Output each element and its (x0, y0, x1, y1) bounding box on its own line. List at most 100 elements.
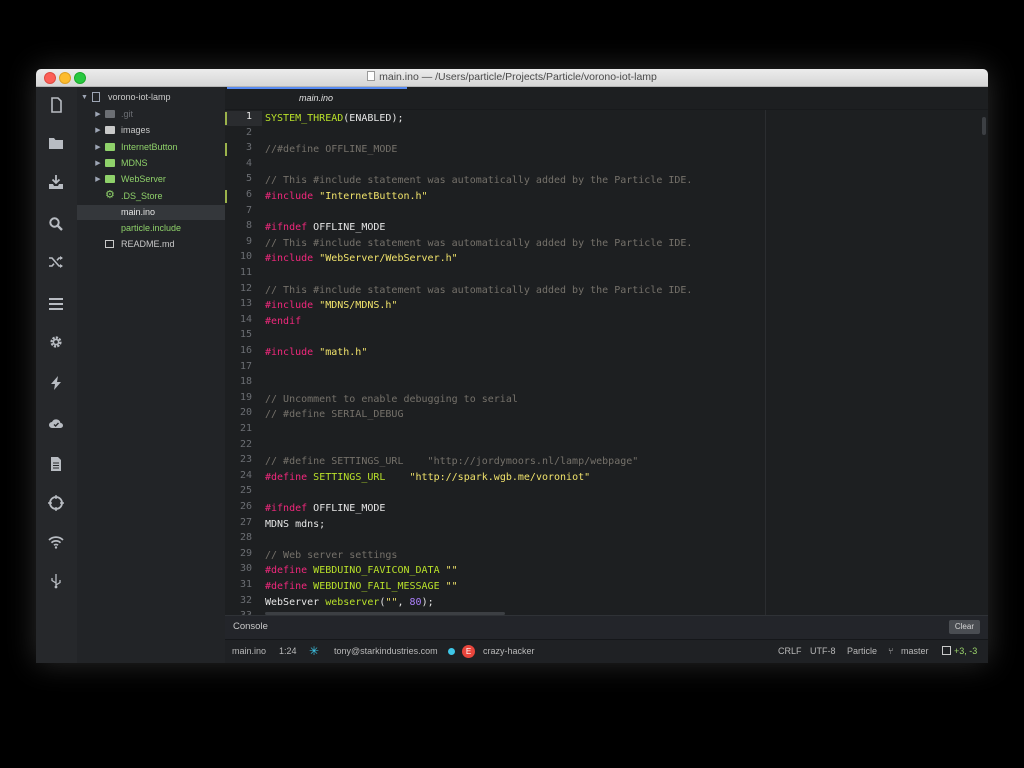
download-icon[interactable] (46, 172, 66, 192)
line-number: 6 (245, 189, 252, 200)
status-user[interactable]: tony@starkindustries.com (334, 646, 438, 656)
code-line[interactable]: WebServer webserver("", 80); (265, 595, 434, 610)
gear-icon: ⚙ (105, 188, 115, 201)
code-line[interactable]: //#define OFFLINE_MODE (265, 142, 397, 157)
status-dot-icon (448, 648, 455, 655)
tree-item-ds-store[interactable]: ⚙ .DS_Store (77, 189, 225, 204)
code-token: #define (265, 565, 314, 577)
console-panel: Console Clear (225, 615, 988, 639)
window-title-wrap: main.ino — /Users/particle/Projects/Part… (36, 69, 988, 86)
clear-console-button[interactable]: Clear (948, 620, 980, 634)
code-line[interactable]: #include "WebServer/WebServer.h" (265, 251, 458, 266)
code-token: #include (265, 191, 320, 202)
chevron-right-icon[interactable]: ▶ (95, 107, 101, 122)
particle-star-icon[interactable]: ✳ (309, 644, 319, 658)
tree-item-internetbutton[interactable]: ▶ InternetButton (77, 140, 225, 155)
code-line[interactable]: #endif (265, 314, 301, 329)
line-number: 29 (239, 547, 252, 559)
code-token: , (397, 596, 410, 608)
code-token: "MDNS/MDNS.h" (319, 300, 398, 312)
tab-main-ino[interactable]: main.ino (227, 87, 407, 109)
code-line[interactable]: // #define SERIAL_DEBUG (265, 407, 403, 422)
code-token: WEBDUINO_FAIL_MESSAGE (313, 581, 440, 592)
tree-item-webserver[interactable]: ▶ WebServer (77, 172, 225, 187)
code-line[interactable]: #include "MDNS/MDNS.h" (265, 298, 397, 313)
chevron-right-icon[interactable]: ▶ (95, 123, 101, 138)
code-token: ); (421, 596, 434, 608)
folder-icon (105, 126, 115, 135)
search-icon[interactable] (46, 214, 66, 234)
code-token: webserver (325, 596, 380, 608)
status-diff[interactable]: +3, -3 (954, 646, 977, 656)
file-icon[interactable] (46, 95, 66, 115)
folder-icon[interactable] (46, 133, 66, 153)
code-line[interactable]: // This #include statement was automatic… (265, 283, 692, 298)
status-cursor-position[interactable]: 1:24 (279, 646, 297, 656)
code-token: SYSTEM_THREAD (265, 113, 344, 124)
code-line[interactable]: MDNS mdns; (265, 517, 325, 532)
tree-root[interactable]: ▼ vorono-iot-lamp (77, 90, 225, 105)
code-token: // Uncomment to enable debugging to seri… (265, 393, 518, 405)
status-device[interactable]: crazy-hacker (483, 646, 535, 656)
code-editor: main.ino 1 2 3 4 5 6 7 8 9 10 11 12 13 14 15 16 17 18 19 20… (225, 87, 988, 621)
tree-item-particle-include[interactable]: particle.include (77, 221, 225, 236)
line-number: 28 (239, 532, 252, 544)
chevron-right-icon[interactable]: ▶ (95, 156, 101, 171)
code-token: "math.h" (319, 347, 368, 358)
tree-item-label: README.md (121, 239, 175, 250)
target-icon[interactable] (46, 493, 66, 513)
chevron-right-icon[interactable]: ▶ (95, 172, 101, 187)
line-number: 32 (239, 594, 252, 606)
status-line-ending[interactable]: CRLF (778, 646, 802, 656)
code-line[interactable]: #include "math.h" (265, 345, 367, 360)
line-number-gutter: 1 2 3 4 5 6 7 8 9 10 11 12 13 14 15 16 17 18 19 20 21 22 23 24 2… (225, 110, 262, 621)
gear-icon[interactable] (46, 332, 66, 352)
code-token: #include (265, 347, 320, 358)
code-token: // This #include statement was automatic… (265, 284, 693, 296)
tree-item-mdns[interactable]: ▶ MDNS (77, 156, 225, 171)
tree-item-readme-md[interactable]: README.md (77, 237, 225, 252)
tree-item-git[interactable]: ▶ .git (77, 107, 225, 122)
code-token: OFFLINE_MODE (313, 503, 386, 514)
code-line[interactable]: #include "InternetButton.h" (265, 189, 428, 204)
chevron-down-icon[interactable]: ▼ (81, 90, 88, 105)
flash-icon[interactable] (46, 373, 66, 393)
status-branch[interactable]: master (901, 646, 929, 656)
tree-item-label: WebServer (121, 174, 166, 185)
code-line[interactable]: #ifndef OFFLINE_MODE (265, 501, 385, 516)
code-token: SETTINGS_URL (313, 471, 386, 483)
code-line[interactable]: // Web server settings (265, 548, 397, 563)
code-token: #include (265, 253, 320, 265)
title-bar: main.ino — /Users/particle/Projects/Part… (36, 69, 988, 87)
tree-item-images[interactable]: ▶ images (77, 123, 225, 138)
cloud-icon[interactable] (46, 413, 66, 433)
vertical-scrollbar[interactable] (982, 117, 986, 135)
line-number: 19 (239, 391, 252, 403)
code-line[interactable]: // Uncomment to enable debugging to seri… (265, 392, 518, 407)
usb-icon[interactable] (46, 571, 66, 591)
code-line[interactable]: SYSTEM_THREAD(ENABLED); (265, 111, 404, 126)
code-token: // #define SERIAL_DEBUG (265, 409, 404, 421)
tool-sidebar (36, 87, 77, 663)
line-number: 27 (239, 516, 252, 528)
line-number: 5 (245, 173, 252, 185)
code-line[interactable]: // This #include statement was automatic… (265, 173, 692, 188)
code-area[interactable]: SYSTEM_THREAD(ENABLED); //#define OFFLINE… (265, 110, 965, 615)
status-encoding[interactable]: UTF-8 (810, 646, 836, 656)
wifi-icon[interactable] (46, 532, 66, 552)
code-line[interactable]: #define WEBDUINO_FAIL_MESSAGE "" (265, 579, 458, 594)
code-line[interactable]: // This #include statement was automatic… (265, 236, 692, 251)
status-file[interactable]: main.ino (232, 646, 266, 656)
code-line[interactable]: #define WEBDUINO_FAVICON_DATA "" (265, 563, 458, 578)
code-line[interactable]: // #define SETTINGS_URL "http://jordymoo… (265, 454, 638, 469)
line-number: 15 (239, 329, 252, 341)
status-grammar[interactable]: Particle (847, 646, 877, 656)
list-icon[interactable] (46, 294, 66, 314)
shuffle-icon[interactable] (46, 252, 66, 272)
tree-item-main-ino[interactable]: main.ino (77, 204, 225, 220)
document-icon[interactable] (46, 454, 66, 474)
code-line[interactable]: #define SETTINGS_URL "http://spark.wgb.m… (265, 470, 590, 485)
chevron-right-icon[interactable]: ▶ (95, 140, 101, 155)
code-token: WEBDUINO_FAVICON_DATA (313, 565, 440, 577)
code-line[interactable]: #ifndef OFFLINE_MODE (265, 220, 385, 235)
